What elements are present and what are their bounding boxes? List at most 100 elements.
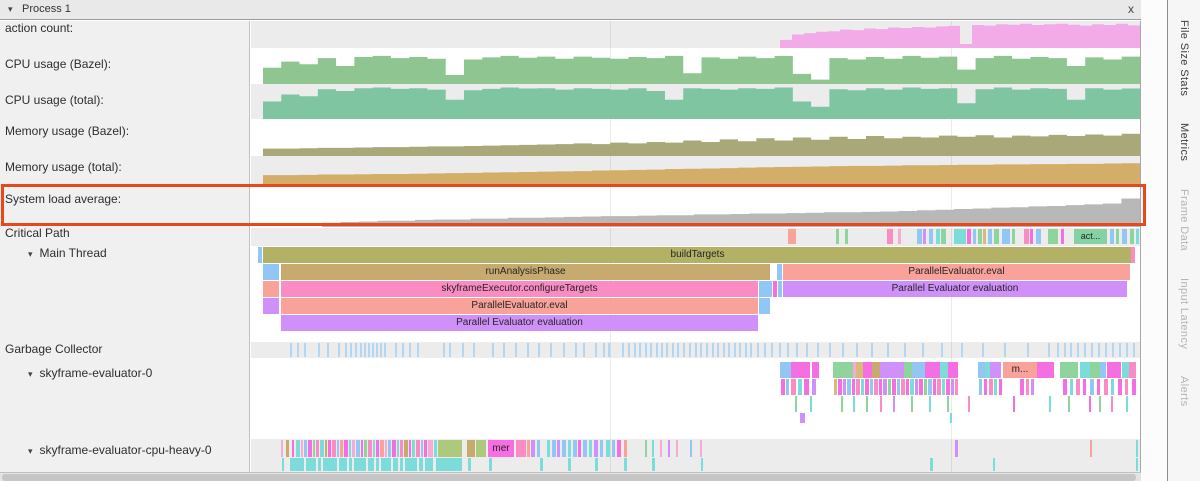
gc-event-tick <box>689 343 691 357</box>
trace-event-tick <box>942 379 945 395</box>
trace-event-bar[interactable]: ParallelEvaluator.eval <box>281 298 758 314</box>
gc-event-tick <box>608 343 610 357</box>
gc-event-tick <box>364 343 366 357</box>
trace-event-bar[interactable]: m... <box>1003 362 1037 378</box>
gc-event-tick <box>622 343 624 357</box>
trace-event-tick <box>883 379 887 395</box>
timeline-chart-region[interactable]: act... buildTargetsrunAnalysisPhase Parall… <box>251 21 1141 472</box>
side-tab-frame-data[interactable]: Frame Data <box>1178 189 1190 251</box>
track-label-skyframe-evaluator-cpu-heavy-0[interactable]: ▾skyframe-evaluator-cpu-heavy-0 <box>0 443 276 457</box>
trace-event-bar[interactable]: skyframeExecutor.configureTargets <box>281 281 758 297</box>
gc-event-tick <box>515 343 517 357</box>
gc-event-tick <box>395 343 397 357</box>
trace-event-tick <box>893 396 895 412</box>
track-label-critical-path: Critical Path <box>0 226 253 240</box>
critical-path-tick <box>994 229 999 244</box>
trace-event-bar[interactable]: ParallelEvaluator.eval <box>783 264 1130 280</box>
gc-event-tick <box>402 343 404 357</box>
counter-chart-system-load-average[interactable] <box>322 185 1140 227</box>
trace-event-tick <box>861 379 864 395</box>
collapse-process-icon[interactable]: ▾ <box>8 4 13 15</box>
horizontal-scrollbar-track[interactable] <box>0 472 1141 481</box>
trace-event-tick <box>1097 379 1100 395</box>
trace-event-tick <box>404 440 408 457</box>
trace-event-tick <box>594 440 598 457</box>
trace-event-tick <box>652 458 655 471</box>
gc-event-tick <box>443 343 445 357</box>
gc-event-tick <box>1070 343 1072 357</box>
critical-path-tick <box>1110 229 1114 244</box>
trace-event-bar[interactable]: buildTargets <box>263 247 1132 263</box>
trace-event-tick <box>701 458 703 471</box>
trace-event-tick <box>600 440 603 457</box>
gc-event-tick <box>449 343 451 357</box>
trace-event-tick <box>624 458 627 471</box>
counter-chart-action-count[interactable] <box>780 21 1140 48</box>
critical-path-tick <box>1002 229 1010 244</box>
trace-event-tick <box>928 379 932 395</box>
gc-event-tick <box>683 343 685 357</box>
collapse-track-icon[interactable]: ▾ <box>28 369 33 379</box>
trace-event-tick <box>1031 379 1034 395</box>
trace-event-bar[interactable]: Parallel Evaluator evaluation <box>783 281 1127 297</box>
trace-event-tick <box>292 440 294 457</box>
trace-event-tick <box>1129 362 1136 378</box>
gc-event-tick <box>661 343 663 357</box>
trace-event-tick <box>1063 379 1067 395</box>
critical-path-tick <box>941 229 946 244</box>
gc-event-tick <box>575 343 577 357</box>
critical-path-event-chip[interactable]: act... <box>1074 229 1107 244</box>
counter-chart-memory-usage-total[interactable] <box>263 156 1140 185</box>
counter-chart-cpu-usage-bazel[interactable] <box>263 48 1140 84</box>
trace-event-tick <box>436 458 462 471</box>
trace-event-tick <box>313 440 315 457</box>
trace-event-tick <box>376 458 379 471</box>
trace-event-tick <box>676 440 678 457</box>
gc-event-tick <box>409 343 411 357</box>
trace-event-tick <box>968 396 970 412</box>
counter-chart-memory-usage-bazel[interactable] <box>263 119 1140 156</box>
gc-event-tick <box>734 343 736 357</box>
gc-event-tick <box>672 343 674 357</box>
side-tab-metrics[interactable]: Metrics <box>1178 123 1190 161</box>
gc-event-tick <box>779 343 781 357</box>
track-label-cpu-usage-total: CPU usage (total): <box>0 93 253 107</box>
process-header: ▾ Process 1 x <box>0 0 1141 20</box>
trace-event-tick <box>910 379 914 395</box>
trace-event-tick <box>573 440 577 457</box>
trace-event-tick <box>393 458 398 471</box>
track-label-skyframe-evaluator-0[interactable]: ▾skyframe-evaluator-0 <box>0 366 276 380</box>
trace-event-sliver <box>778 281 782 297</box>
trace-event-tick <box>595 458 598 471</box>
gc-event-tick <box>650 343 652 357</box>
trace-event-tick <box>516 440 526 457</box>
trace-event-tick <box>339 458 347 471</box>
gc-event-tick <box>1077 343 1079 357</box>
track-label-main-thread[interactable]: ▾Main Thread <box>0 246 276 260</box>
trace-event-tick <box>547 440 550 457</box>
collapse-track-icon[interactable]: ▾ <box>28 446 33 456</box>
side-tab-file-size-stats[interactable]: File Size Stats <box>1178 20 1190 96</box>
close-icon[interactable]: x <box>1128 2 1134 16</box>
side-tab-input-latency[interactable]: Input Latency <box>1178 278 1190 349</box>
counter-chart-cpu-usage-total[interactable] <box>263 84 1140 119</box>
gc-event-tick <box>757 343 759 357</box>
trace-event-tick <box>318 458 321 471</box>
trace-event-tick <box>624 440 627 457</box>
trace-event-bar[interactable]: mer <box>488 440 514 457</box>
track-label-text: action count: <box>5 21 73 35</box>
trace-event-bar[interactable]: runAnalysisPhase <box>281 264 770 280</box>
trace-event-tick <box>1068 396 1070 412</box>
side-tab-alerts[interactable]: Alerts <box>1178 376 1190 407</box>
trace-event-tick <box>1111 379 1114 395</box>
collapse-track-icon[interactable]: ▾ <box>28 249 33 259</box>
trace-event-tick <box>409 440 411 457</box>
gc-event-tick <box>538 343 540 357</box>
vertical-scrollbar-track[interactable] <box>1141 0 1167 481</box>
trace-event-tick <box>690 440 692 457</box>
trace-event-tick <box>929 396 931 412</box>
trace-event-tick <box>552 440 556 457</box>
gc-event-tick <box>380 343 382 357</box>
horizontal-scrollbar-thumb[interactable] <box>2 474 1136 481</box>
trace-event-bar[interactable]: Parallel Evaluator evaluation <box>281 315 758 331</box>
